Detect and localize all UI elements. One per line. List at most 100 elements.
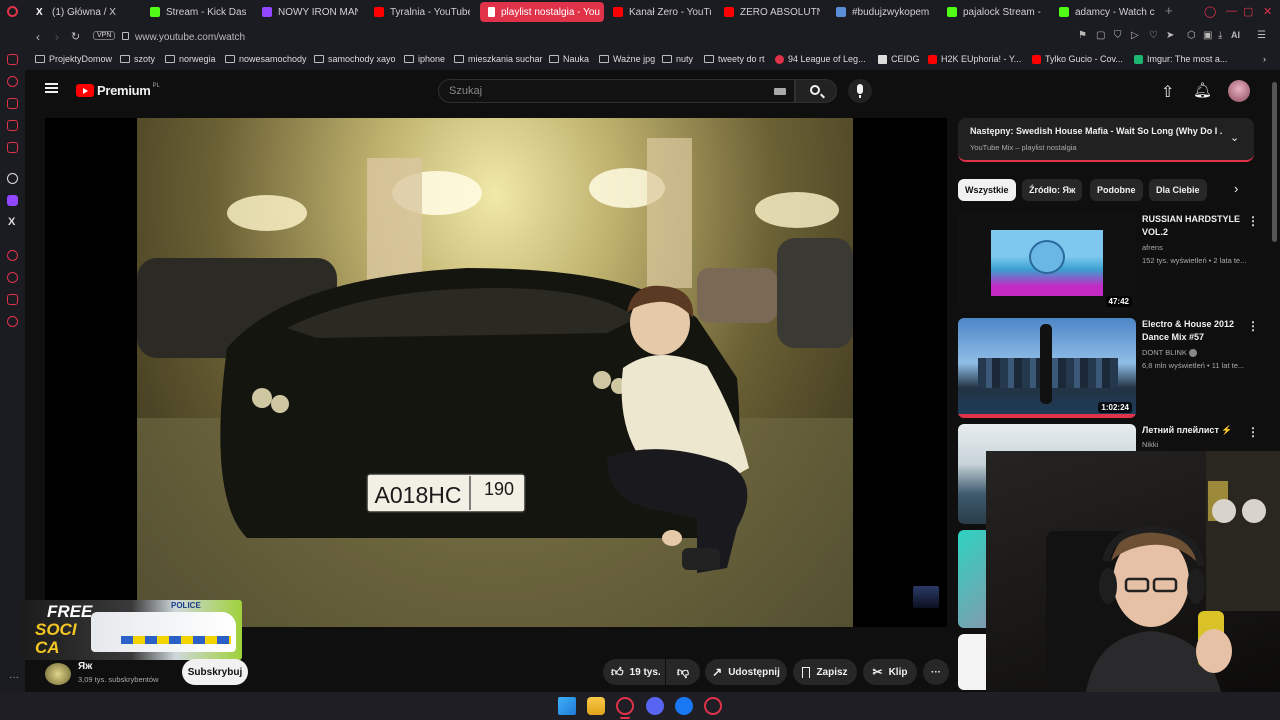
browser-tab[interactable]: Stream - Kick Dashbo — [150, 2, 246, 22]
like-button[interactable]: 👍︎ 19 tys. — [603, 659, 665, 685]
browser-tab[interactable]: X (1) Główna / X — [36, 2, 142, 22]
sidebar-more-icon[interactable]: ··· — [9, 672, 19, 683]
browser-tab[interactable]: ZERO ABSOLUTNE — [724, 2, 820, 22]
search-tabs-icon[interactable]: ◯ — [1204, 5, 1216, 18]
bookmark-folder[interactable]: szoty — [120, 54, 155, 64]
bookmark-link[interactable]: CEIDG — [878, 54, 920, 64]
browser-tab[interactable]: pajalock Stream - Wat — [947, 2, 1043, 22]
opera-logo-icon[interactable] — [7, 6, 18, 17]
more-vertical-icon[interactable]: ⋮ — [1247, 425, 1259, 439]
url-field[interactable]: www.youtube.com/watch — [135, 27, 1075, 47]
discord-icon[interactable] — [646, 697, 664, 715]
related-title[interactable]: Electro & House 2012 Dance Mix #57 — [1142, 318, 1252, 344]
related-channel[interactable]: afrens — [1142, 243, 1257, 252]
sidebar-player-icon[interactable] — [7, 250, 18, 261]
up-next-panel[interactable]: Następny: Swedish House Mafia - Wait So … — [958, 118, 1254, 162]
snapshot-icon[interactable]: ▢ — [1096, 30, 1105, 41]
sidebar-twitch-icon[interactable] — [7, 195, 18, 206]
dislike-button[interactable]: 👎︎ — [666, 659, 700, 685]
search-button[interactable] — [795, 79, 837, 103]
minimize-button[interactable]: — — [1226, 5, 1237, 17]
page-scrollbar[interactable] — [1272, 82, 1277, 242]
menu-icon[interactable] — [45, 83, 58, 93]
bookmark-folder[interactable]: ProjektyDomow — [35, 54, 112, 64]
bookmark-folder[interactable]: mieszkania suchar — [454, 54, 543, 64]
sidebar-history-icon[interactable] — [7, 272, 18, 283]
sidebar-settings-icon[interactable] — [7, 316, 18, 327]
maximize-button[interactable]: ▢ — [1243, 5, 1253, 18]
bookmark-folder[interactable]: norwegia — [165, 54, 216, 64]
bookmark-folder[interactable]: Nauka — [549, 54, 589, 64]
facebook-icon[interactable] — [675, 697, 693, 715]
sidebar-music-icon[interactable] — [7, 142, 18, 153]
browser-tab[interactable]: #budujzwykopem :: W — [836, 2, 932, 22]
browser-tab[interactable]: Tyralnia - YouTube — [374, 2, 470, 22]
send-icon[interactable]: ➤ — [1166, 30, 1174, 41]
browser-tab[interactable]: NOWY IRON MAN LE — [262, 2, 358, 22]
bookmark-link[interactable]: Imgur: The most a... — [1134, 54, 1227, 64]
sidebar-aria-icon[interactable] — [7, 76, 18, 87]
sidebar-chat-icon[interactable] — [7, 120, 18, 131]
vpn-badge[interactable]: VPN — [93, 31, 116, 40]
bookmark-link[interactable]: Tylko Gucio - Cov... — [1032, 54, 1123, 64]
back-button[interactable]: ‹ — [36, 30, 40, 44]
bookmark-folder[interactable]: Ważne jpg — [599, 54, 655, 64]
download-icon[interactable]: ⤓ — [1218, 30, 1222, 41]
subscribe-button[interactable]: Subskrybuj — [182, 659, 248, 685]
shield-icon[interactable]: ⛉ — [1114, 30, 1122, 41]
channel-name[interactable]: Яж — [78, 661, 92, 672]
opera-browser-icon[interactable] — [616, 697, 634, 715]
bookmark-icon[interactable]: ⚑ — [1078, 30, 1087, 41]
file-explorer-icon[interactable] — [587, 697, 605, 715]
more-actions-button[interactable]: ··· — [923, 659, 949, 685]
chip-source[interactable]: Źródło: Яж — [1022, 179, 1083, 201]
bookmark-link[interactable]: 94 League of Leg... — [775, 54, 866, 64]
sidebar-messenger-icon[interactable] — [7, 54, 18, 65]
keyboard-icon[interactable] — [774, 88, 786, 95]
chip-similar[interactable]: Podobne — [1090, 179, 1143, 201]
more-vertical-icon[interactable]: ⋮ — [1247, 214, 1259, 228]
bookmark-link[interactable]: H2K EUphoria! - Y... — [928, 54, 1021, 64]
chevron-down-icon[interactable]: ⌄ — [1230, 131, 1239, 144]
bookmark-folder[interactable]: iphone — [404, 54, 445, 64]
app-icon[interactable] — [704, 697, 722, 715]
extensions-icon[interactable]: ⬡ — [1187, 30, 1196, 41]
search-input[interactable]: Szukaj — [438, 79, 795, 103]
sidebar-x-icon[interactable]: X — [8, 216, 15, 228]
sidebar-chatgpt-icon[interactable] — [7, 173, 18, 184]
reload-icon[interactable]: ↻ — [71, 30, 80, 43]
chevron-right-icon[interactable]: › — [1234, 181, 1238, 196]
close-window-button[interactable]: ✕ — [1263, 5, 1272, 18]
browser-tab[interactable]: adamcy - Watch clips — [1059, 2, 1155, 22]
aria-ai-icon[interactable]: AI — [1231, 30, 1240, 40]
bookmark-folder[interactable]: tweety do rt — [704, 54, 765, 64]
heart-icon[interactable]: ♡ — [1149, 30, 1158, 41]
channel-avatar[interactable] — [45, 663, 71, 685]
clip-button[interactable]: ✂ Klip — [863, 659, 917, 685]
notifications-bell-icon[interactable]: 🔔︎ — [1193, 81, 1212, 99]
related-title[interactable]: RUSSIAN HARDSTYLE VOL.2 — [1142, 213, 1252, 239]
sidebar-wallet-icon[interactable] — [7, 98, 18, 109]
forward-button[interactable]: › — [55, 30, 59, 44]
youtube-logo[interactable]: Premium PL — [76, 83, 160, 98]
bookmarks-more-icon[interactable]: › — [1263, 54, 1266, 64]
windows-start-icon[interactable] — [558, 697, 576, 715]
chip-all[interactable]: Wszystkie — [958, 179, 1016, 201]
bookmark-folder[interactable]: samochody xayo — [314, 54, 396, 64]
share-button[interactable]: ↗ Udostępnij — [705, 659, 787, 685]
save-button[interactable]: Zapisz — [793, 659, 857, 685]
related-thumbnail[interactable]: 47:42 — [958, 212, 1136, 312]
related-thumbnail[interactable]: 1:02:24 — [958, 318, 1136, 418]
player-icon[interactable]: ▷ — [1131, 30, 1139, 41]
sidebar-extensions-icon[interactable] — [7, 294, 18, 305]
upload-icon[interactable]: ⇧ — [1161, 82, 1174, 102]
box-icon[interactable]: ▣ — [1203, 30, 1212, 41]
more-vertical-icon[interactable]: ⋮ — [1247, 319, 1259, 333]
voice-search-button[interactable] — [848, 79, 872, 103]
chip-for-you[interactable]: Dla Ciebie — [1149, 179, 1207, 201]
related-channel[interactable]: Nikki — [1142, 440, 1257, 449]
related-channel[interactable]: DONT BLINK — [1142, 348, 1257, 358]
video-player[interactable]: А018НС 190 — [45, 118, 947, 627]
new-tab-button[interactable]: + — [1165, 3, 1173, 18]
bookmark-folder[interactable]: nuty — [662, 54, 693, 64]
